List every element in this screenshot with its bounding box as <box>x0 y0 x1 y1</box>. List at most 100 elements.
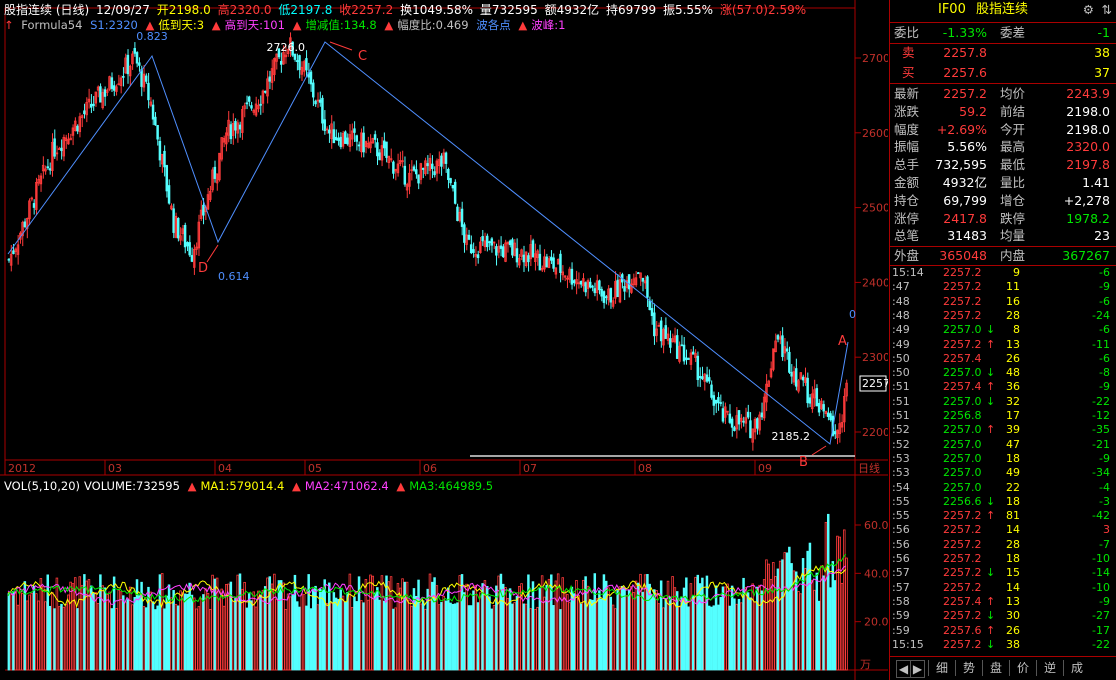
indicator-name[interactable]: Formula54 <box>21 18 82 32</box>
volume-bar[interactable] <box>845 557 848 671</box>
volume-bar[interactable] <box>344 601 347 671</box>
candle-body[interactable] <box>126 54 130 75</box>
volume-bar[interactable] <box>181 592 185 671</box>
volume-bar[interactable] <box>273 573 276 671</box>
volume-bar[interactable] <box>382 600 386 671</box>
settings-icon[interactable]: ⚙ <box>1083 1 1094 19</box>
volume-bar[interactable] <box>154 609 157 671</box>
candle-body[interactable] <box>781 335 784 358</box>
volume-bar[interactable] <box>67 594 70 671</box>
volume-bar[interactable] <box>666 580 670 671</box>
candle-body[interactable] <box>158 141 162 161</box>
volume-bar[interactable] <box>321 589 324 671</box>
candle-body[interactable] <box>552 257 555 269</box>
volume-bar[interactable] <box>733 598 736 671</box>
candle-body[interactable] <box>373 134 377 140</box>
volume-bar[interactable] <box>408 599 411 671</box>
volume-bar[interactable] <box>380 575 384 671</box>
volume-bar[interactable] <box>44 601 47 671</box>
candle-body[interactable] <box>749 420 752 439</box>
candle-body[interactable] <box>469 244 473 254</box>
candle-body[interactable] <box>691 351 695 355</box>
candle-body[interactable] <box>701 376 704 380</box>
candle-body[interactable] <box>659 320 663 342</box>
volume-bar[interactable] <box>30 592 33 671</box>
candle-body[interactable] <box>263 90 267 93</box>
volume-bar[interactable] <box>99 574 102 671</box>
volume-bar[interactable] <box>641 591 645 671</box>
volume-bar[interactable] <box>7 593 11 671</box>
volume-bar[interactable] <box>323 579 326 671</box>
volume-bar[interactable] <box>753 601 757 671</box>
volume-bar[interactable] <box>543 596 546 671</box>
volume-bar[interactable] <box>183 593 187 671</box>
volume-bar[interactable] <box>92 593 95 671</box>
volume-bar[interactable] <box>284 609 288 671</box>
candle-body[interactable] <box>314 100 317 105</box>
candle-body[interactable] <box>355 135 358 142</box>
candle-body[interactable] <box>403 165 407 185</box>
candle-body[interactable] <box>421 167 425 170</box>
candle-body[interactable] <box>756 418 759 429</box>
volume-bar[interactable] <box>824 522 828 671</box>
volume-bar[interactable] <box>746 592 750 671</box>
candle-body[interactable] <box>323 119 326 131</box>
volume-bar[interactable] <box>437 604 441 671</box>
panel-tab[interactable]: 价 <box>1009 660 1036 676</box>
volume-bar[interactable] <box>808 542 812 671</box>
candle-body[interactable] <box>685 357 688 360</box>
candle-body[interactable] <box>648 300 651 311</box>
volume-bar[interactable] <box>204 588 207 671</box>
candle-body[interactable] <box>167 185 171 204</box>
volume-bar[interactable] <box>369 574 372 671</box>
volume-bar[interactable] <box>563 590 567 671</box>
candle-body[interactable] <box>382 140 386 149</box>
panel-tab[interactable]: 势 <box>955 660 982 676</box>
candle-body[interactable] <box>653 312 656 337</box>
volume-bar[interactable] <box>424 608 427 671</box>
volume-bar[interactable] <box>705 575 709 671</box>
volume-bar[interactable] <box>634 580 638 671</box>
volume-bar[interactable] <box>142 606 146 671</box>
volume-bar[interactable] <box>117 589 120 671</box>
candle-body[interactable] <box>23 221 27 228</box>
candle-body[interactable] <box>147 82 150 101</box>
volume-bar[interactable] <box>442 595 445 671</box>
kline-chart-area[interactable]: 2700 2600 2500 2400 2300 2200 60.0 40.0 20.0 万 225… <box>0 0 888 680</box>
volume-bar[interactable] <box>9 594 13 671</box>
volume-bar[interactable] <box>653 589 656 671</box>
candle-body[interactable] <box>707 377 711 382</box>
volume-bar[interactable] <box>630 586 633 671</box>
candle-body[interactable] <box>332 129 336 144</box>
candle-body[interactable] <box>776 335 780 340</box>
volume-bar[interactable] <box>275 599 278 671</box>
volume-bar[interactable] <box>188 582 191 671</box>
volume-bar[interactable] <box>440 602 443 671</box>
volume-bar[interactable] <box>192 597 196 671</box>
volume-bar[interactable] <box>165 595 169 671</box>
candle-body[interactable] <box>229 124 233 140</box>
candle-body[interactable] <box>122 75 125 78</box>
volume-bar[interactable] <box>662 607 665 671</box>
candle-body[interactable] <box>584 282 587 293</box>
candle-body[interactable] <box>570 268 574 285</box>
candle-body[interactable] <box>515 248 519 263</box>
volume-bar[interactable] <box>126 599 130 671</box>
volume-bar[interactable] <box>110 608 114 671</box>
volume-bar[interactable] <box>552 605 555 671</box>
candle-body[interactable] <box>456 206 459 222</box>
volume-bar[interactable] <box>197 606 201 671</box>
volume-bar[interactable] <box>449 602 452 671</box>
volume-bar[interactable] <box>534 609 537 671</box>
volume-bar[interactable] <box>57 606 61 671</box>
volume-bar[interactable] <box>55 577 59 671</box>
volume-bar[interactable] <box>366 599 370 671</box>
candle-body[interactable] <box>527 255 530 263</box>
volume-bar[interactable] <box>740 602 743 671</box>
volume-bar[interactable] <box>451 603 455 671</box>
volume-bar[interactable] <box>547 578 551 671</box>
volume-bar[interactable] <box>680 596 684 671</box>
volume-bar[interactable] <box>76 608 79 671</box>
volume-bar[interactable] <box>463 592 466 671</box>
candle-body[interactable] <box>144 75 148 82</box>
